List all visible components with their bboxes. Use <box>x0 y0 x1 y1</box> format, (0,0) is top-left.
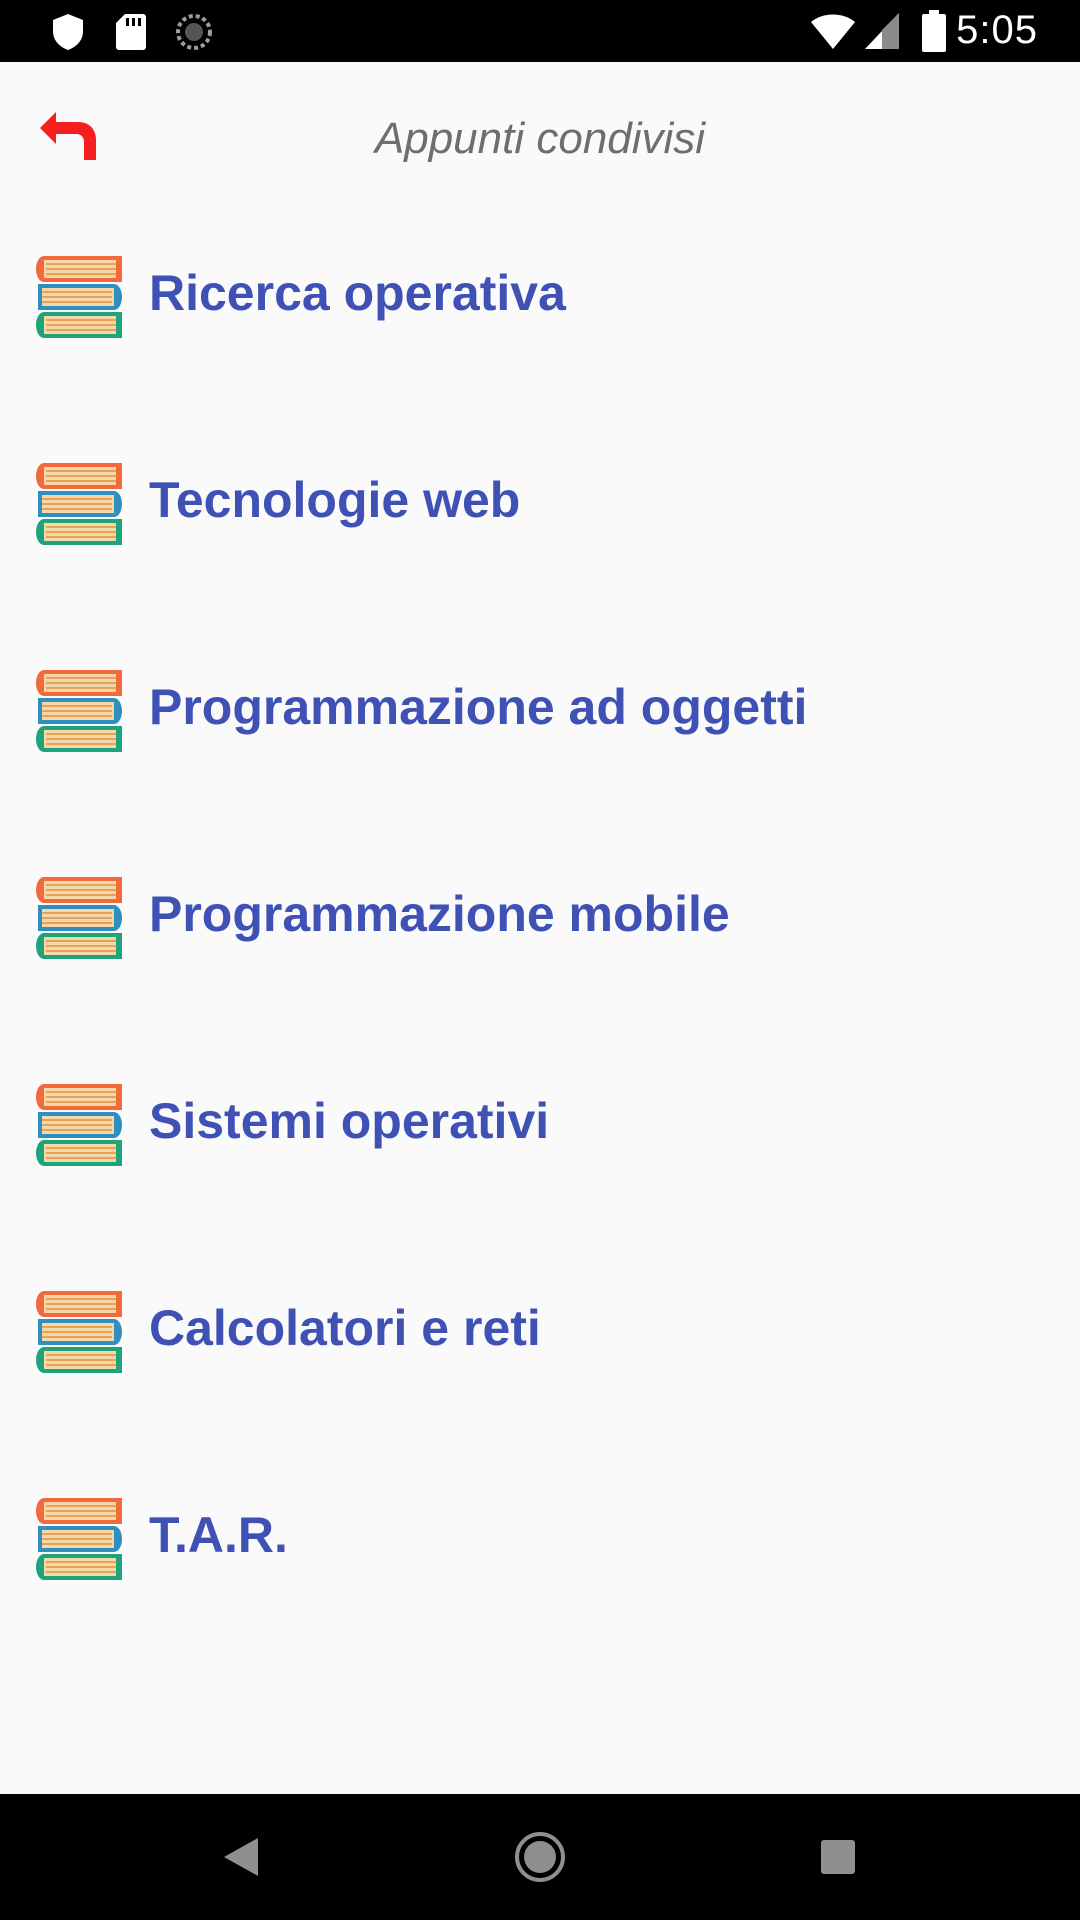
books-icon <box>36 463 122 545</box>
books-icon <box>36 670 122 752</box>
page-title: Appunti condivisi <box>374 114 706 163</box>
books-icon <box>36 256 122 338</box>
course-item[interactable]: Ricerca operativa <box>0 212 1080 419</box>
cell-signal-icon <box>865 13 899 49</box>
course-label: Ricerca operativa <box>149 265 566 321</box>
recents-square-icon <box>821 1840 855 1874</box>
sync-icon <box>176 14 212 50</box>
course-label: Calcolatori e reti <box>149 1300 541 1356</box>
wifi-icon <box>811 14 855 49</box>
course-label: Tecnologie web <box>149 472 521 528</box>
books-icon <box>36 1084 122 1166</box>
status-bar: 5:05 <box>0 0 1080 62</box>
course-label: Programmazione ad oggetti <box>149 679 808 735</box>
back-triangle-icon <box>224 1838 258 1876</box>
course-label: Sistemi operativi <box>149 1093 550 1149</box>
course-item[interactable]: T.A.R. <box>0 1454 1080 1661</box>
shield-icon <box>53 14 83 50</box>
app-header: Appunti condivisi <box>0 62 1080 212</box>
sd-card-icon <box>116 14 146 50</box>
home-circle-icon <box>515 1832 565 1882</box>
course-item[interactable]: Programmazione ad oggetti <box>0 626 1080 833</box>
course-label: Programmazione mobile <box>149 886 730 942</box>
books-icon <box>36 1498 122 1580</box>
system-nav-bar <box>0 1794 1080 1920</box>
nav-back-button[interactable] <box>208 1824 274 1890</box>
course-item[interactable]: Programmazione mobile <box>0 833 1080 1040</box>
books-icon <box>36 877 122 959</box>
course-item[interactable]: Tecnologie web <box>0 419 1080 626</box>
books-icon <box>36 1291 122 1373</box>
nav-recents-button[interactable] <box>805 1824 871 1890</box>
course-item[interactable]: Sistemi operativi <box>0 1040 1080 1247</box>
course-list: Ricerca operativa Tecnologie web Program… <box>0 212 1080 1661</box>
clock-time: 5:05 <box>956 8 1038 52</box>
course-item[interactable]: Calcolatori e reti <box>0 1247 1080 1454</box>
nav-home-button[interactable] <box>507 1824 573 1890</box>
course-label: T.A.R. <box>149 1507 288 1563</box>
battery-icon <box>922 10 946 52</box>
